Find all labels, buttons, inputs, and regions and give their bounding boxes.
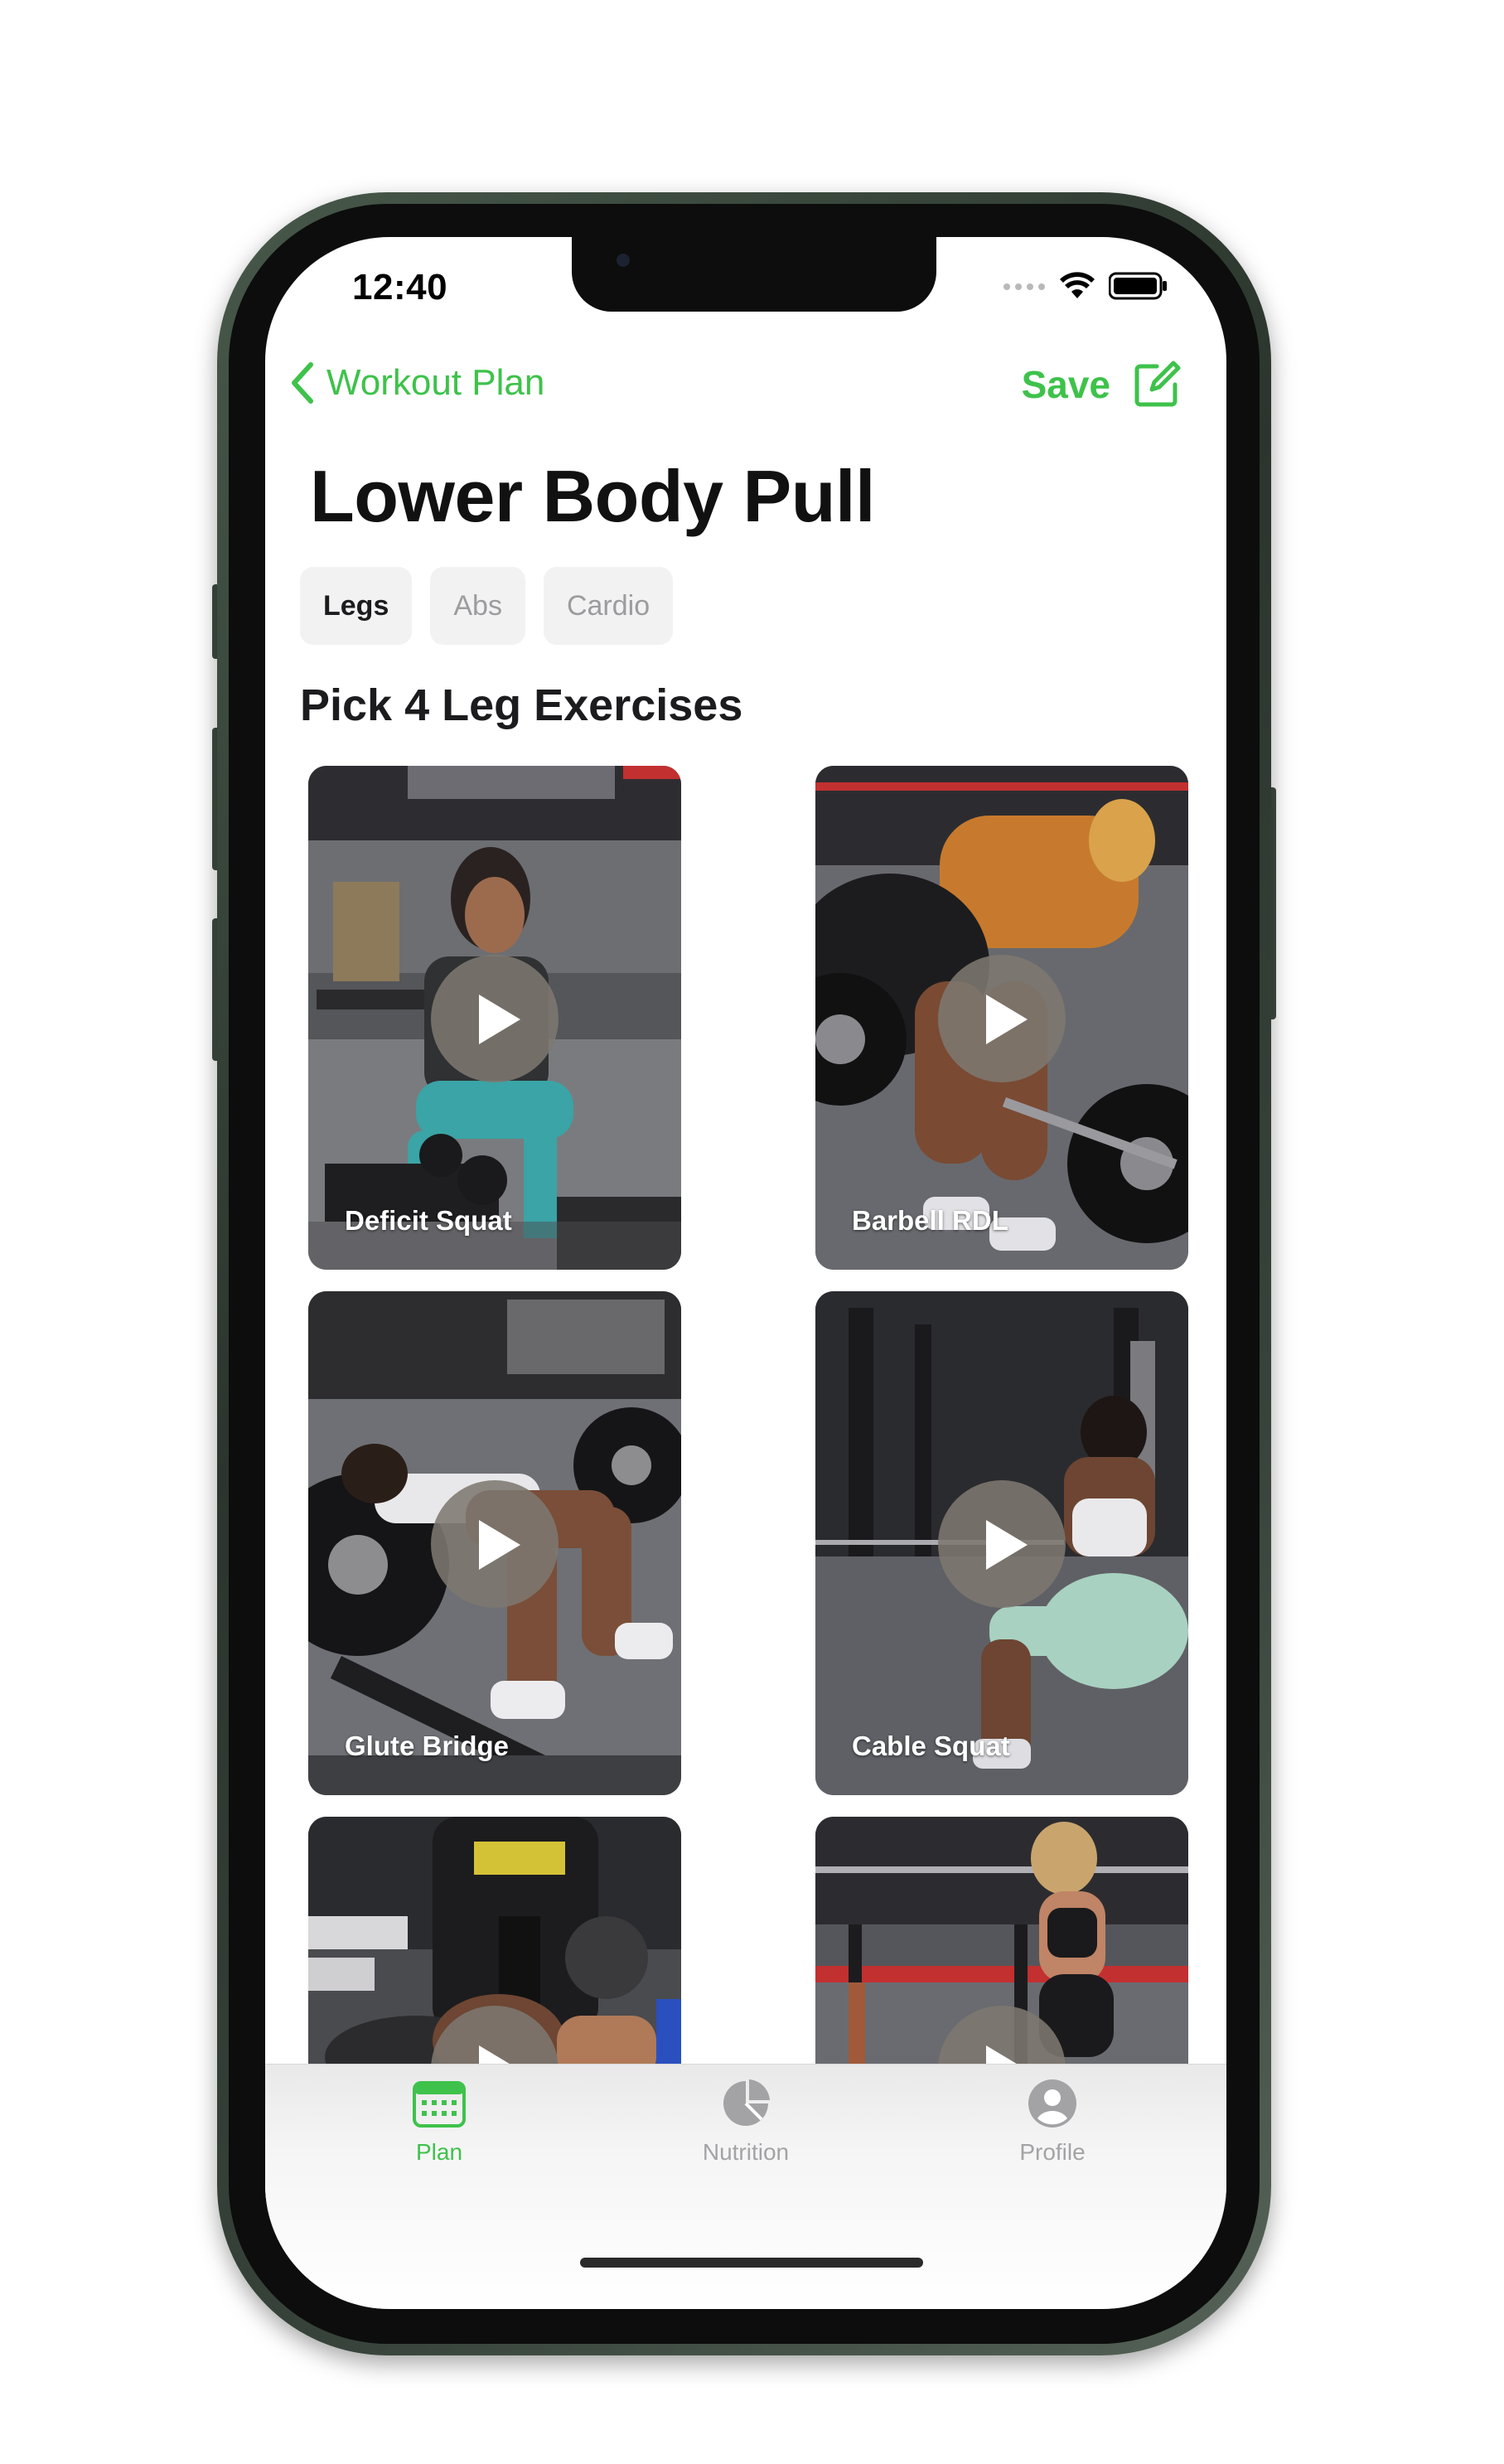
exercise-label: Glute Bridge [345,1731,510,1761]
back-button[interactable]: Workout Plan [290,361,544,404]
play-button[interactable] [431,1480,559,1608]
exercise-label: Deficit Squat [345,1205,512,1236]
tab-nutrition-label: Nutrition [702,2139,790,2165]
compose-icon [1134,361,1181,407]
tab-profile-label: Profile [1019,2139,1086,2165]
tab-bar: Plan Nutrition Profile [265,2064,1226,2309]
cellular-signal-icon [1003,283,1045,290]
category-chips: Legs Abs Cardio [300,567,674,645]
tab-nutrition[interactable]: Nutrition [655,2078,837,2166]
back-button-label: Workout Plan [326,362,545,403]
exercise-card-cable-squat[interactable]: Cable Squat [815,1291,1188,1795]
save-button-label: Save [1021,363,1110,406]
exercise-label: Cable Squat [852,1731,1010,1761]
notch [572,237,936,312]
page-title: Lower Body Pull [310,455,875,537]
pie-chart-icon [723,2079,770,2126]
battery-icon [1109,272,1167,300]
device-mockup: 12:40 Workout Plan Save Lower Body Pull … [0,0,1504,2464]
exercise-card-deficit-squat[interactable]: Deficit Squat [308,766,681,1270]
tab-plan-label: Plan [415,2139,463,2165]
app-screen: 12:40 Workout Plan Save Lower Body Pull … [265,237,1226,2309]
exercise-card-glute-bridge[interactable]: Glute Bridge [308,1291,681,1795]
tab-plan[interactable]: Plan [348,2078,530,2166]
save-button[interactable]: Save [1022,360,1182,409]
chip-cardio[interactable]: Cardio [543,567,674,645]
front-camera [617,254,630,267]
chevron-left-icon [292,362,313,404]
status-icons [1003,272,1168,300]
wifi-icon [1060,272,1095,298]
exercise-card-barbell-rdl[interactable]: Barbell RDL [815,766,1188,1270]
status-time: 12:40 [352,267,448,307]
home-indicator[interactable] [580,2258,923,2268]
play-button[interactable] [938,1480,1066,1608]
person-circle-icon [1028,2079,1076,2128]
exercise-label: Barbell RDL [852,1205,1008,1236]
chip-abs[interactable]: Abs [430,567,525,645]
section-title: Pick 4 Leg Exercises [300,680,743,730]
play-button[interactable] [431,955,559,1082]
chip-legs[interactable]: Legs [300,567,413,645]
calendar-icon [413,2081,466,2128]
play-button[interactable] [938,955,1066,1082]
tab-profile[interactable]: Profile [961,2078,1144,2166]
